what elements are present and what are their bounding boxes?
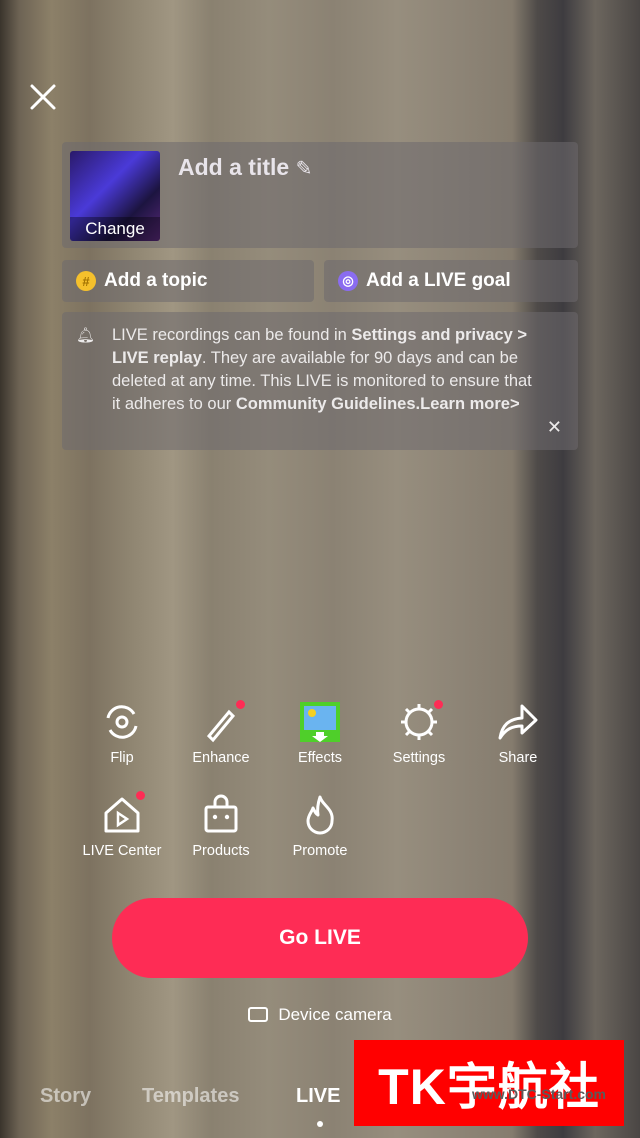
notification-dot (136, 791, 145, 800)
tab-live[interactable]: LIVE (296, 1085, 340, 1108)
goal-label: Add a LIVE goal (366, 270, 511, 291)
notification-dot (434, 700, 443, 709)
pencil-icon: ✎ (295, 158, 313, 180)
add-topic-button[interactable]: # Add a topic (62, 260, 314, 302)
bell-icon: 🔔︎ (76, 327, 96, 344)
live-center-button[interactable]: LIVE Center (77, 791, 167, 859)
go-live-button[interactable]: Go LIVE (112, 898, 528, 978)
share-button[interactable]: Share (473, 700, 563, 766)
title-input[interactable]: Add a title ✎ (178, 154, 312, 181)
camera-label: Device camera (278, 1005, 392, 1024)
flame-icon (306, 795, 334, 835)
promote-button[interactable]: Promote (275, 793, 365, 859)
effects-icon (300, 702, 340, 742)
share-label: Share (498, 750, 538, 766)
watermark-text: TK宇航社 (378, 1059, 600, 1115)
dismiss-notice-icon[interactable]: ✕ (547, 416, 562, 439)
products-label: Products (192, 843, 250, 859)
cover-thumbnail[interactable]: Change (70, 151, 160, 241)
share-arrow-icon (498, 704, 538, 740)
live-center-house-icon (104, 797, 140, 833)
flip-label: Flip (110, 750, 134, 766)
tab-templates[interactable]: Templates (142, 1085, 239, 1108)
title-placeholder: Add a title (178, 154, 290, 180)
effects-label: Effects (297, 750, 343, 766)
shopping-bag-icon (204, 794, 238, 833)
goal-icon: ◎ (338, 271, 358, 291)
camera-source-selector[interactable]: Device camera (0, 1005, 640, 1025)
watermark: TK宇航社 www.DTC-Start.com (354, 1040, 624, 1126)
products-button[interactable]: Products (176, 793, 266, 859)
tab-story[interactable]: Story (40, 1085, 91, 1108)
close-icon[interactable] (28, 82, 58, 112)
effects-button[interactable]: Effects (275, 700, 365, 766)
flip-button[interactable]: Flip (77, 700, 167, 766)
guidelines-link[interactable]: Community Guidelines. (236, 395, 420, 413)
learn-more-link[interactable]: Learn more> (420, 395, 520, 413)
settings-label: Settings (392, 750, 446, 766)
topic-label: Add a topic (104, 270, 208, 291)
enhance-button[interactable]: Enhance (176, 700, 266, 766)
watermark-url: www.DTC-Start.com (471, 1086, 606, 1102)
live-replay-notice: 🔔︎ LIVE recordings can be found in Setti… (62, 312, 578, 450)
active-tab-indicator (317, 1121, 323, 1127)
title-card: Change Add a title ✎ (62, 142, 578, 248)
camera-icon (248, 1007, 269, 1022)
flip-icon (106, 705, 138, 739)
change-cover-label: Change (70, 217, 160, 241)
promote-label: Promote (292, 843, 348, 859)
notification-dot (236, 700, 245, 709)
enhance-label: Enhance (192, 750, 250, 766)
add-live-goal-button[interactable]: ◎ Add a LIVE goal (324, 260, 578, 302)
notice-text: LIVE recordings can be found in (112, 326, 352, 344)
settings-button[interactable]: Settings (374, 700, 464, 766)
hashtag-icon: # (76, 271, 96, 291)
live-center-label: LIVE Center (82, 843, 162, 859)
